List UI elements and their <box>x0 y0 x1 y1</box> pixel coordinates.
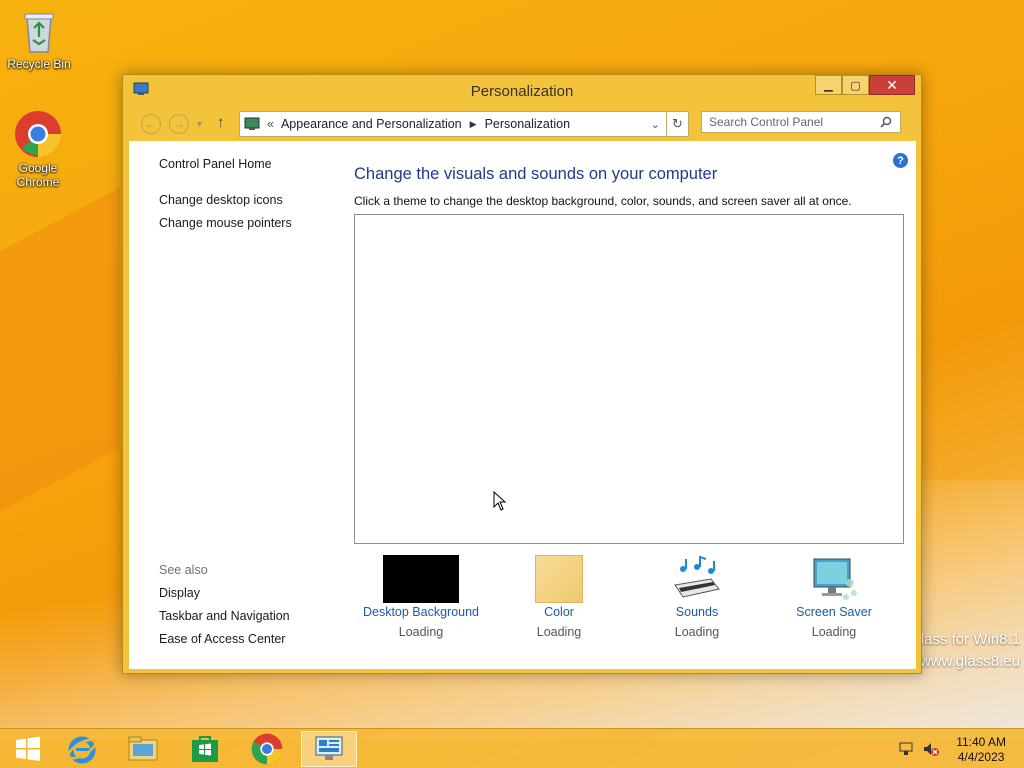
screen-saver-label[interactable]: Screen Saver <box>769 605 899 619</box>
control-panel-icon <box>244 117 260 130</box>
help-icon[interactable]: ? <box>893 153 908 168</box>
taskbar-internet-explorer[interactable] <box>54 731 110 767</box>
screen-saver-status: Loading <box>811 625 857 639</box>
search-input[interactable]: Search Control Panel <box>701 111 901 133</box>
maximize-button[interactable]: ▢ <box>842 75 869 95</box>
taskbar-store[interactable] <box>177 731 233 767</box>
taskbar-navigation-link[interactable]: Taskbar and Navigation <box>159 609 290 623</box>
color-label[interactable]: Color <box>494 605 624 619</box>
internet-explorer-icon <box>67 736 97 764</box>
up-button[interactable]: ↑ <box>217 114 225 131</box>
color-tile[interactable]: Color Loading <box>494 555 624 639</box>
recent-pages-dropdown[interactable]: ▼ <box>195 119 204 129</box>
change-desktop-icons-link[interactable]: Change desktop icons <box>159 193 283 207</box>
page-title: Change the visuals and sounds on your co… <box>354 165 718 183</box>
ease-of-access-link[interactable]: Ease of Access Center <box>159 632 285 646</box>
sounds-label[interactable]: Sounds <box>632 605 762 619</box>
control-panel-icon <box>315 736 343 760</box>
window-title: Personalization <box>470 83 574 100</box>
color-swatch <box>535 555 583 603</box>
watermark-line1: lass for Win8.1 <box>920 631 1020 648</box>
page-subtext: Click a theme to change the desktop back… <box>354 194 852 208</box>
watermark-line2: www.glass8.eu <box>919 653 1020 670</box>
breadcrumb-prefix[interactable]: « <box>267 117 274 131</box>
desktop-icon-label: Recycle Bin <box>7 57 71 71</box>
clock-time: 11:40 AM <box>956 735 1006 749</box>
chrome-icon <box>15 111 61 157</box>
taskbar-file-explorer[interactable] <box>115 731 171 767</box>
file-explorer-icon <box>128 736 158 761</box>
search-icon[interactable] <box>880 116 892 128</box>
close-button[interactable]: ✕ <box>869 75 915 95</box>
change-mouse-pointers-link[interactable]: Change mouse pointers <box>159 216 292 230</box>
breadcrumb-appearance[interactable]: Appearance and Personalization <box>281 117 462 131</box>
address-field[interactable]: « Appearance and Personalization ▶ Perso… <box>239 111 667 137</box>
taskbar-chrome[interactable] <box>239 731 295 767</box>
address-bar: ← → ▼ ↑ « Appearance and Personalization… <box>129 109 915 139</box>
content-area: Control Panel Home Change desktop icons … <box>129 141 916 669</box>
sounds-status: Loading <box>674 625 720 639</box>
see-also-title: See also <box>159 563 208 577</box>
taskbar-control-panel[interactable] <box>301 731 357 767</box>
address-dropdown-icon[interactable]: ⌄ <box>651 118 660 131</box>
clock[interactable]: 11:40 AM 4/4/2023 <box>956 735 1006 765</box>
recycle-bin-icon <box>24 13 54 53</box>
volume-muted-icon[interactable] <box>922 741 940 762</box>
sounds-icon <box>674 555 720 598</box>
desktop-icon-google-chrome[interactable]: Google Chrome <box>3 110 73 189</box>
chrome-icon <box>251 733 283 765</box>
screen-saver-icon <box>813 558 857 600</box>
start-icon <box>16 736 40 761</box>
breadcrumb-separator-icon: ▶ <box>469 118 477 129</box>
start-button[interactable] <box>0 731 56 767</box>
sounds-tile[interactable]: Sounds Loading <box>632 555 762 639</box>
mouse-cursor-icon <box>493 491 507 511</box>
forward-button[interactable]: → <box>169 114 189 134</box>
store-icon <box>192 736 218 762</box>
color-status: Loading <box>536 625 582 639</box>
desktop-background-status: Loading <box>398 625 444 639</box>
desktop-background-label[interactable]: Desktop Background <box>356 605 486 619</box>
taskbar: 11:40 AM 4/4/2023 <box>0 728 1024 768</box>
back-button[interactable]: ← <box>141 114 161 134</box>
search-placeholder: Search Control Panel <box>709 115 824 129</box>
breadcrumb-personalization[interactable]: Personalization <box>485 117 570 131</box>
network-icon[interactable] <box>898 741 914 762</box>
display-link[interactable]: Display <box>159 586 200 600</box>
desktop-background-preview <box>383 555 459 603</box>
desktop-background-tile[interactable]: Desktop Background Loading <box>356 555 486 639</box>
minimize-button[interactable]: ▁ <box>815 75 842 95</box>
desktop-icon-recycle-bin[interactable]: Recycle Bin <box>4 6 74 71</box>
control-panel-home-link[interactable]: Control Panel Home <box>159 157 272 171</box>
theme-list[interactable] <box>354 214 904 544</box>
refresh-button[interactable]: ↻ <box>667 111 689 137</box>
screen-saver-tile[interactable]: Screen Saver Loading <box>769 555 899 639</box>
personalization-window: Personalization ▁ ▢ ✕ ← → ▼ ↑ « Appearan… <box>122 74 922 674</box>
clock-date: 4/4/2023 <box>957 750 1005 764</box>
title-bar[interactable]: Personalization ▁ ▢ ✕ <box>123 75 921 105</box>
desktop-icon-label: Google Chrome <box>16 161 60 189</box>
